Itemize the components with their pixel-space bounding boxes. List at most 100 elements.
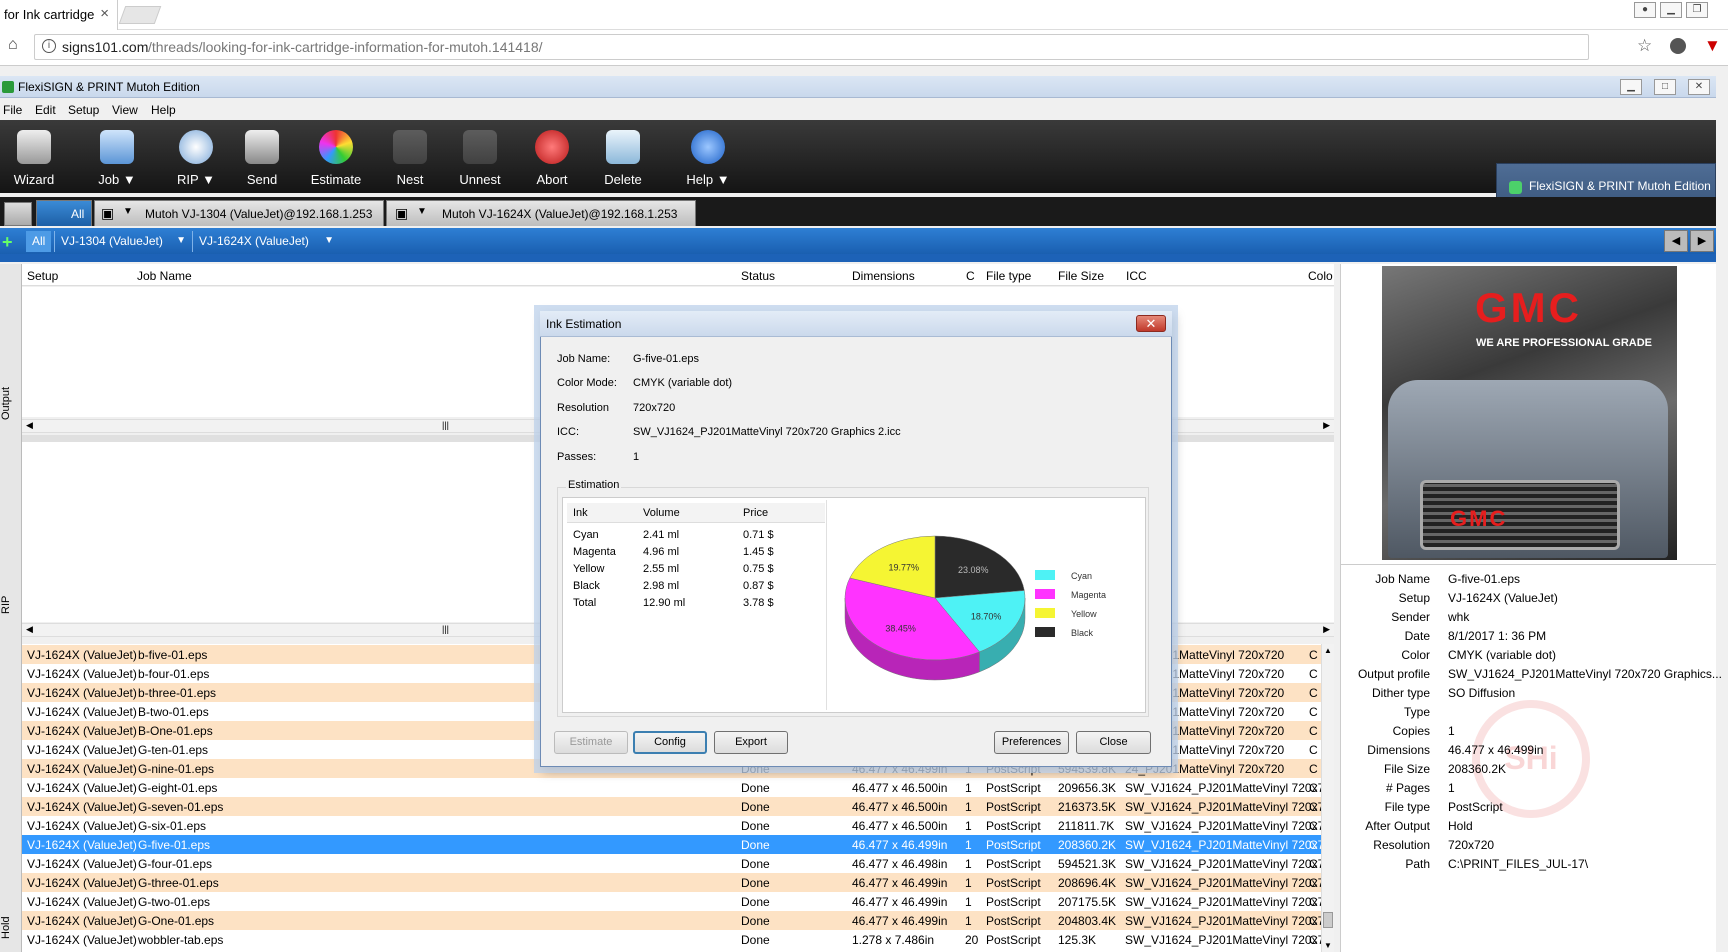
ink-col-ink[interactable]: Ink [573, 507, 588, 519]
tab-output[interactable]: Output [0, 368, 22, 438]
shield-extension-icon[interactable]: ▼ [1704, 36, 1721, 56]
menu-setup[interactable]: Setup [68, 103, 99, 117]
preferences-button[interactable]: Preferences [994, 731, 1069, 754]
cell-icc: SW_VJ1624_PJ201MatteVinyl 720x720 [1125, 895, 1325, 909]
col-setup[interactable]: Setup [27, 269, 58, 283]
chevron-down-icon: ▼ [176, 235, 186, 246]
table-row[interactable]: VJ-1624X (ValueJet) G-One-01.eps Done 46.47… [22, 911, 1325, 930]
dialog-close-button[interactable]: ✕ [1136, 315, 1166, 332]
ink-price: 3.78 $ [743, 597, 774, 609]
add-icon[interactable]: + [2, 232, 13, 253]
close-tab-icon[interactable]: × [100, 5, 109, 22]
wizard-icon [17, 130, 51, 164]
table-row[interactable]: VJ-1624X (ValueJet) G-six-01.eps Done 46.47… [22, 816, 1325, 835]
ink-col-volume[interactable]: Volume [643, 507, 680, 519]
globe-icon [179, 130, 213, 164]
table-row[interactable]: VJ-1624X (ValueJet) wobbler-tab.eps Done 1.… [22, 930, 1325, 949]
cell-copies: 1 [965, 895, 972, 909]
property-label: Path [1405, 857, 1430, 871]
table-row[interactable]: VJ-1624X (ValueJet) G-seven-01.eps Done 46.… [22, 797, 1325, 816]
cell-file-size: 208696.4K [1058, 876, 1117, 890]
new-tab-button[interactable] [118, 6, 162, 24]
tab-rip[interactable]: RIP [0, 580, 22, 630]
profile-icon[interactable]: ● [1634, 2, 1656, 18]
wizard-button[interactable]: Wizard [8, 120, 60, 193]
table-row[interactable]: VJ-1624X (ValueJet) G-three-01.eps Done 46.… [22, 873, 1325, 892]
table-row[interactable]: VJ-1624X (ValueJet) G-two-01.eps Done 46.47… [22, 892, 1325, 911]
ink-name: Yellow [573, 563, 605, 575]
nest-button[interactable]: Nest [392, 120, 428, 193]
url-path: /threads/looking-for-ink-cartridge-infor… [148, 39, 543, 55]
minimize-button[interactable]: ▁ [1660, 2, 1682, 18]
col-file-size[interactable]: File Size [1058, 269, 1104, 283]
close-button[interactable]: Close [1076, 731, 1151, 754]
col-file-type[interactable]: File type [986, 269, 1031, 283]
col-icc[interactable]: ICC [1126, 269, 1147, 283]
scroll-right-button[interactable]: ▶ [1690, 230, 1714, 252]
table-row[interactable]: VJ-1624X (ValueJet) G-five-01.eps Done 46.4… [22, 835, 1325, 854]
dialog-title: Ink Estimation [546, 317, 622, 331]
browser-tab[interactable]: for Ink cartridge × [0, 0, 118, 30]
menu-help[interactable]: Help [151, 103, 176, 117]
filter-all[interactable]: All [26, 231, 52, 252]
app-minimize-button[interactable]: ▁ [1620, 79, 1642, 95]
extension-icon[interactable] [1670, 38, 1686, 54]
cell-dimensions: 46.477 x 46.499in [852, 838, 948, 852]
filter-vj-1624x[interactable]: VJ-1624X (ValueJet) ▼ [192, 231, 338, 252]
table-row[interactable]: VJ-1624X (ValueJet) G-eight-01.eps Done 46.… [22, 778, 1325, 797]
tab-vj-1624x[interactable]: ▣ ▼ Mutoh VJ-1624X (ValueJet)@192.168.1.… [386, 200, 696, 226]
cell-copies: 20 [965, 933, 979, 947]
cell-file-type: PostScript [986, 914, 1041, 928]
printer-icon[interactable] [4, 202, 32, 226]
home-icon[interactable]: ⌂ [8, 36, 18, 54]
help-button[interactable]: Help ▼ [682, 120, 734, 193]
col-status[interactable]: Status [741, 269, 775, 283]
property-value: 720x720 [1448, 838, 1495, 852]
property-value: VJ-1624X (ValueJet) [1448, 591, 1558, 605]
cell-status: Done [741, 857, 770, 871]
delete-button[interactable]: Delete [603, 120, 643, 193]
info-icon[interactable]: i [42, 39, 56, 53]
estimate-button[interactable]: Estimate [308, 120, 364, 193]
cell-setup: VJ-1624X (ValueJet) [27, 819, 137, 833]
tab-all-printers[interactable]: All [36, 200, 92, 226]
col-color[interactable]: Colo [1308, 269, 1333, 283]
ink-price: 1.45 $ [743, 546, 774, 558]
config-button[interactable]: Config [633, 731, 707, 754]
table-row[interactable]: VJ-1624X (ValueJet) G-four-01.eps Done 46.4… [22, 854, 1325, 873]
job-button[interactable]: Job ▼ [88, 120, 146, 193]
menu-file[interactable]: File [3, 103, 22, 117]
cell-color: C [1309, 933, 1318, 947]
menu-edit[interactable]: Edit [35, 103, 56, 117]
property-value: 1 [1448, 781, 1455, 795]
tab-hold[interactable]: Hold [0, 905, 22, 951]
estimate-button[interactable]: Estimate [554, 731, 628, 754]
ink-col-price[interactable]: Price [743, 507, 768, 519]
cell-icc: SW_VJ1624_PJ201MatteVinyl 720x720 [1125, 800, 1325, 814]
export-button[interactable]: Export [714, 731, 788, 754]
cell-setup: VJ-1624X (ValueJet) [27, 762, 137, 776]
send-button[interactable]: Send [242, 120, 282, 193]
abort-button[interactable]: Abort [532, 120, 572, 193]
legend-swatch-yellow [1035, 608, 1055, 618]
col-copies[interactable]: C [966, 269, 975, 283]
app-maximize-button[interactable]: □ [1654, 79, 1676, 95]
filter-vj-1304[interactable]: VJ-1304 (ValueJet) ▼ [54, 231, 190, 252]
tab-vj-1304[interactable]: ▣ ▼ Mutoh VJ-1304 (ValueJet)@192.168.1.2… [94, 200, 384, 226]
cell-file-type: PostScript [986, 895, 1041, 909]
unnest-button[interactable]: Unnest [458, 120, 502, 193]
scroll-left-button[interactable]: ◀ [1664, 230, 1688, 252]
app-close-button[interactable]: ✕ [1688, 79, 1710, 95]
chevron-down-icon: ▼ [324, 235, 334, 246]
property-value: C:\PRINT_FILES_JUL-17\ [1448, 857, 1589, 871]
cell-job-name: b-five-01.eps [138, 648, 208, 662]
property-label: Dither type [1371, 686, 1430, 700]
cell-status: Done [741, 914, 770, 928]
menu-view[interactable]: View [112, 103, 138, 117]
col-job-name[interactable]: Job Name [137, 269, 192, 283]
legend-label-black: Black [1071, 628, 1094, 638]
rip-button[interactable]: RIP ▼ [168, 120, 224, 193]
col-dimensions[interactable]: Dimensions [852, 269, 915, 283]
restore-button[interactable]: ❐ [1686, 2, 1708, 18]
bookmark-star-icon[interactable]: ☆ [1637, 36, 1652, 56]
